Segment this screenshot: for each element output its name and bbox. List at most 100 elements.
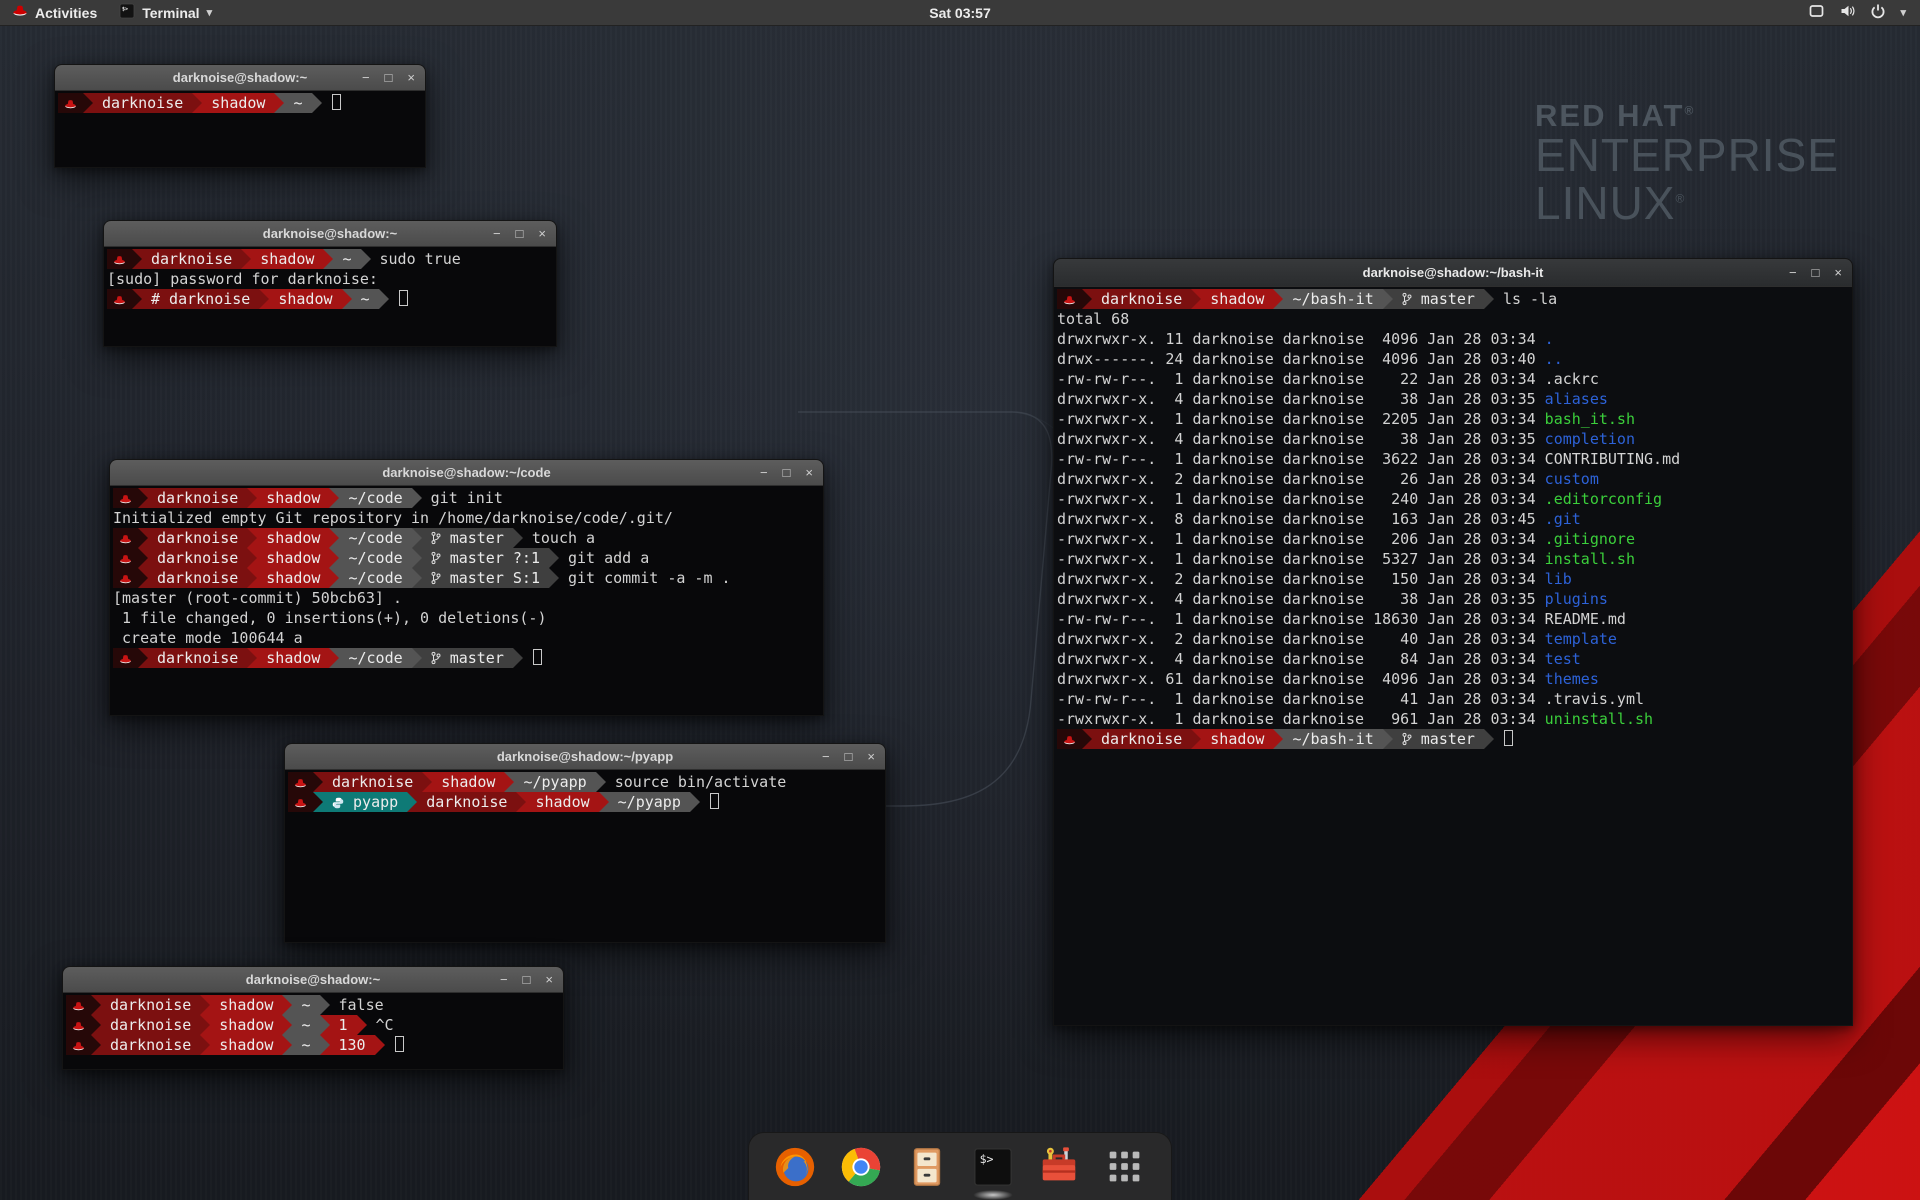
powerline-arrow-icon	[91, 1015, 101, 1035]
terminal-line: darknoiseshadow~1^C	[66, 1015, 563, 1035]
prompt-segment-user: # darknoise	[142, 289, 259, 309]
dock-toolbox-icon[interactable]	[1035, 1143, 1083, 1191]
powerline-arrow-icon	[247, 568, 257, 588]
prompt-segment-git: master ?:1	[422, 548, 549, 568]
terminal-line: -rwxrwxr-x. 1 darknoise darknoise 5327 J…	[1057, 549, 1852, 569]
powerline-arrow-icon	[1191, 729, 1201, 749]
prompt-segment-user: darknoise	[417, 792, 516, 812]
redhat-icon	[66, 995, 91, 1015]
terminal-line: darknoiseshadow~/code master	[113, 648, 823, 668]
powerline-arrow-icon	[342, 289, 352, 309]
minimize-button[interactable]: −	[493, 227, 501, 240]
terminal-line: -rwxrwxr-x. 1 darknoise darknoise 206 Ja…	[1057, 529, 1852, 549]
terminal-window-bash-it[interactable]: darknoise@shadow:~/bash-it − □ × darknoise…	[1053, 258, 1853, 1026]
redhat-icon	[288, 792, 313, 812]
terminal-line: # darknoiseshadow~	[107, 289, 556, 309]
redhat-icon	[12, 4, 28, 21]
close-button[interactable]: ×	[805, 466, 813, 479]
terminal-line: darknoiseshadow~/code master ?:1git add …	[113, 548, 823, 568]
maximize-button[interactable]: □	[845, 750, 853, 763]
close-button[interactable]: ×	[1834, 266, 1842, 279]
titlebar[interactable]: darknoise@shadow:~ −□×	[104, 221, 556, 247]
terminal-cursor	[533, 649, 542, 665]
redhat-icon	[58, 93, 83, 113]
terminal-content[interactable]: darknoiseshadow~	[55, 91, 425, 167]
powerline-arrow-icon	[200, 995, 210, 1015]
terminal-content[interactable]: darknoiseshadow~sudo true[sudo] password…	[104, 247, 556, 346]
top-bar: Activities $> Terminal ▾ Sat 03:57 ▾	[0, 0, 1920, 26]
prompt-segment-host: shadow	[526, 792, 598, 812]
close-button[interactable]: ×	[538, 227, 546, 240]
maximize-button[interactable]: □	[385, 71, 393, 84]
titlebar[interactable]: darknoise@shadow:~ −□×	[55, 65, 425, 91]
titlebar[interactable]: darknoise@shadow:~/pyapp −□×	[285, 744, 885, 770]
prompt-segment-host: shadow	[210, 1015, 282, 1035]
prompt-segment-user: darknoise	[323, 772, 422, 792]
terminal-line: -rwxrwxr-x. 1 darknoise darknoise 961 Ja…	[1057, 709, 1852, 729]
system-status-area[interactable]: ▾	[1800, 0, 1914, 25]
activities-button[interactable]: Activities	[0, 0, 109, 25]
titlebar[interactable]: darknoise@shadow:~ − □ ×	[63, 967, 563, 993]
command-text: ls -la	[1494, 290, 1557, 308]
powerline-arrow-icon	[192, 93, 202, 113]
terminal-cursor	[332, 94, 341, 110]
terminal-window-code[interactable]: darknoise@shadow:~/code −□× darknoisesha…	[109, 459, 824, 716]
terminal-line: drwxrwxr-x. 4 darknoise darknoise 38 Jan…	[1057, 589, 1852, 609]
prompt-segment-path: ~/code	[339, 568, 411, 588]
close-button[interactable]: ×	[545, 973, 553, 986]
maximize-button[interactable]: □	[523, 973, 531, 986]
prompt-segment-host: shadow	[257, 488, 329, 508]
terminal-window-pyapp[interactable]: darknoise@shadow:~/pyapp −□× darknoisesh…	[284, 743, 886, 943]
terminal-content[interactable]: darknoiseshadow~/codegit initInitialized…	[110, 486, 823, 715]
terminal-window-home-1[interactable]: darknoise@shadow:~ −□× darknoiseshadow~	[54, 64, 426, 168]
maximize-button[interactable]: □	[1812, 266, 1820, 279]
terminal-mini-icon: $>	[119, 3, 135, 22]
terminal-window-home-2[interactable]: darknoise@shadow:~ −□× darknoiseshadow~f…	[62, 966, 564, 1070]
powerline-arrow-icon	[91, 1035, 101, 1055]
close-button[interactable]: ×	[407, 71, 415, 84]
app-menu-terminal[interactable]: $> Terminal ▾	[109, 0, 222, 25]
terminal-content[interactable]: darknoiseshadow~falsedarknoiseshadow~1^C…	[63, 993, 563, 1069]
powerline-arrow-icon	[690, 792, 700, 812]
minimize-button[interactable]: −	[500, 973, 508, 986]
prompt-segment-user: darknoise	[101, 995, 200, 1015]
powerline-arrow-icon	[1383, 729, 1393, 749]
minimize-button[interactable]: −	[362, 71, 370, 84]
minimize-button[interactable]: −	[760, 466, 768, 479]
terminal-line: drwxrwxr-x. 61 darknoise darknoise 4096 …	[1057, 669, 1852, 689]
dock-firefox-icon[interactable]	[771, 1143, 819, 1191]
prompt-segment-path: ~/code	[339, 528, 411, 548]
minimize-button[interactable]: −	[822, 750, 830, 763]
terminal-content[interactable]: darknoiseshadow~/pyappsource bin/activat…	[285, 770, 885, 942]
redhat-icon	[1057, 729, 1082, 749]
powerline-arrow-icon	[412, 548, 422, 568]
prompt-segment-host: shadow	[210, 995, 282, 1015]
dock-app-grid-icon[interactable]	[1101, 1143, 1149, 1191]
titlebar[interactable]: darknoise@shadow:~/bash-it − □ ×	[1054, 259, 1852, 287]
close-button[interactable]: ×	[867, 750, 875, 763]
dock-chrome-icon[interactable]	[837, 1143, 885, 1191]
powerline-arrow-icon	[549, 548, 559, 568]
minimize-button[interactable]: −	[1789, 266, 1797, 279]
clock[interactable]: Sat 03:57	[929, 5, 990, 21]
prompt-segment-host: shadow	[257, 528, 329, 548]
terminal-window-sudo[interactable]: darknoise@shadow:~ −□× darknoiseshadow~s…	[103, 220, 557, 347]
maximize-button[interactable]: □	[516, 227, 524, 240]
dock-terminal-icon[interactable]: $>	[969, 1143, 1017, 1191]
window-title: darknoise@shadow:~	[246, 972, 380, 987]
prompt-segment-path: ~/pyapp	[514, 772, 595, 792]
titlebar[interactable]: darknoise@shadow:~/code −□×	[110, 460, 823, 486]
command-text: false	[330, 996, 384, 1014]
dock-files-icon[interactable]	[903, 1143, 951, 1191]
window-title: darknoise@shadow:~/bash-it	[1363, 265, 1544, 280]
prompt-segment-path: ~/code	[339, 648, 411, 668]
powerline-arrow-icon	[1191, 289, 1201, 309]
maximize-button[interactable]: □	[783, 466, 791, 479]
powerline-arrow-icon	[379, 289, 389, 309]
redhat-icon	[113, 548, 138, 568]
powerline-arrow-icon	[329, 568, 339, 588]
prompt-segment-host: shadow	[1201, 729, 1273, 749]
powerline-arrow-icon	[282, 995, 292, 1015]
prompt-segment-host: shadow	[432, 772, 504, 792]
terminal-content[interactable]: darknoiseshadow~/bash-it masterls -latot…	[1054, 287, 1852, 1025]
